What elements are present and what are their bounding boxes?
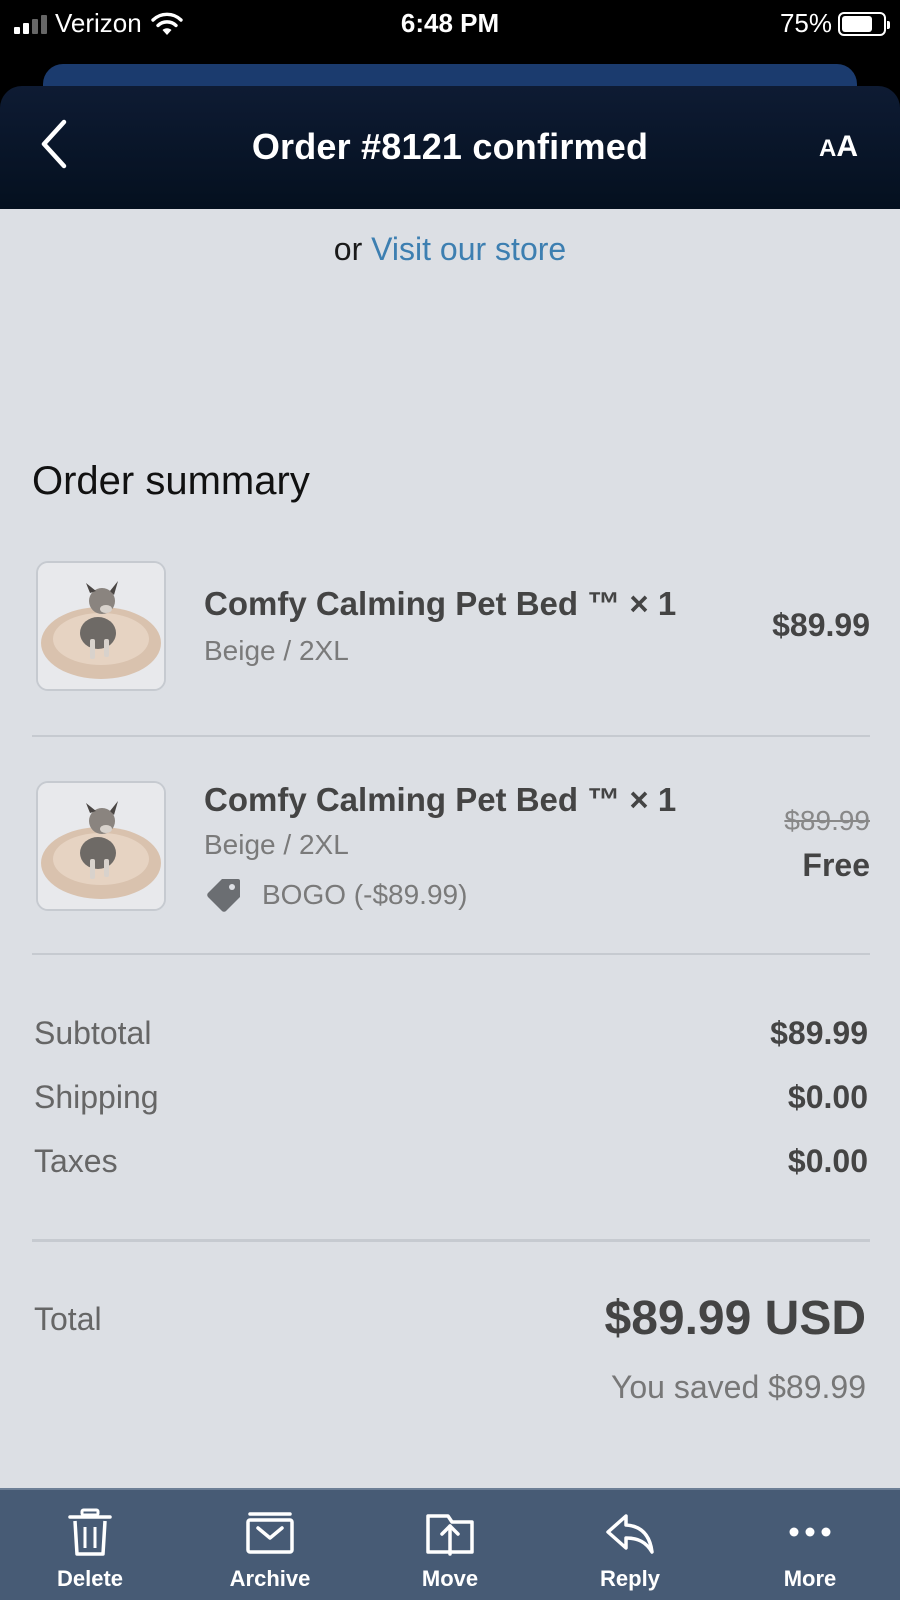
order-item: Comfy Calming Pet Bed ™ × 1 Beige / 2XL …	[32, 561, 870, 691]
reply-label: Reply	[600, 1566, 660, 1591]
item-original-price: $89.99	[784, 805, 870, 836]
item-variant: Beige / 2XL	[204, 635, 349, 666]
pet-bed-image	[38, 563, 164, 689]
page-title: Order #8121 confirmed	[251, 126, 649, 167]
divider	[32, 1239, 870, 1242]
battery-fill	[842, 15, 872, 32]
order-summary-title: Order summary	[32, 459, 310, 503]
visit-store-link[interactable]: Visit our store	[371, 231, 566, 267]
divider	[32, 953, 870, 955]
move-button[interactable]: Move	[360, 1490, 540, 1600]
subtotal-value: $89.99	[770, 1015, 868, 1051]
reply-icon	[606, 1514, 654, 1554]
text-size-icon-large: A	[836, 130, 858, 163]
subtotal-label: Subtotal	[34, 1015, 152, 1051]
discount-line: BOGO (-$89.99)	[204, 875, 467, 915]
move-folder-icon	[426, 1514, 474, 1556]
product-thumbnail	[36, 561, 166, 691]
divider	[32, 735, 870, 737]
item-price: $89.99	[772, 607, 870, 643]
archive-label: Archive	[229, 1566, 311, 1591]
item-price: Free	[802, 847, 870, 883]
status-right: 75%	[779, 8, 890, 39]
more-button[interactable]: More	[720, 1490, 900, 1600]
message-header: Order #8121 confirmed AA	[0, 86, 900, 209]
reply-button[interactable]: Reply	[540, 1490, 720, 1600]
status-bar: Verizon 6:48 PM 75%	[0, 0, 900, 48]
total-value: $89.99 USD	[604, 1292, 867, 1345]
store-prefix: or	[333, 231, 363, 267]
pet-bed-image	[38, 783, 164, 909]
item-variant: Beige / 2XL	[204, 829, 349, 860]
item-name: Comfy Calming Pet Bed ™ × 1	[204, 585, 677, 622]
more-icon	[789, 1527, 831, 1537]
move-label: Move	[421, 1566, 479, 1591]
taxes-value: $0.00	[787, 1143, 868, 1179]
archive-button[interactable]: Archive	[180, 1490, 360, 1600]
delete-button[interactable]: Delete	[0, 1490, 180, 1600]
battery-icon	[838, 11, 890, 36]
savings-text: You saved $89.99	[610, 1369, 866, 1405]
message-body: or Visit our store Order summary Comfy C…	[0, 209, 900, 1488]
battery-percent: 75%	[779, 8, 832, 38]
shipping-label: Shipping	[34, 1079, 159, 1115]
delete-label: Delete	[56, 1566, 124, 1591]
more-label: More	[783, 1566, 837, 1591]
text-size-button[interactable]: AA	[819, 130, 858, 164]
item-name: Comfy Calming Pet Bed ™ × 1	[204, 781, 677, 818]
product-thumbnail	[36, 781, 166, 911]
archive-icon	[246, 1512, 294, 1554]
order-item: Comfy Calming Pet Bed ™ × 1 Beige / 2XL …	[32, 781, 870, 951]
total-label: Total	[34, 1301, 102, 1337]
bottom-toolbar: Delete Archive Move Reply More	[0, 1488, 900, 1600]
discount-label: BOGO (-$89.99)	[262, 879, 468, 910]
trash-icon	[68, 1508, 112, 1556]
tag-icon	[207, 879, 240, 912]
text-size-icon-small: A	[818, 135, 837, 162]
status-time: 6:48 PM	[400, 8, 500, 38]
taxes-label: Taxes	[34, 1143, 118, 1179]
shipping-value: $0.00	[787, 1079, 868, 1115]
store-line: or Visit our store	[0, 231, 900, 268]
